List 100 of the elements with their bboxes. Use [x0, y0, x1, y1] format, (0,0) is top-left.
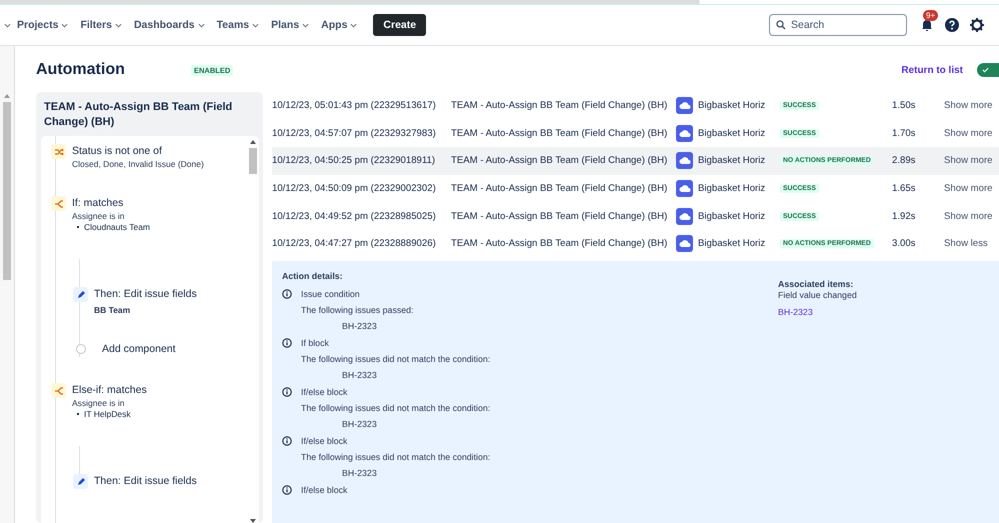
- chevron-down-icon: [114, 22, 122, 28]
- avatar-icon: [676, 152, 693, 170]
- pencil-icon: [73, 287, 88, 302]
- component-title[interactable]: Else-if: matches: [72, 383, 147, 398]
- bullet-item: IT HelpDesk: [84, 409, 131, 419]
- toggle-switch[interactable]: [977, 63, 999, 77]
- help-icon[interactable]: [944, 17, 960, 33]
- entry-title: If block: [301, 338, 330, 349]
- rule-name: TEAM - Auto-Assign BB Team (Field Change) (BH): [451, 155, 668, 166]
- show-more-link[interactable]: Show more: [944, 183, 993, 194]
- rule-name: TEAM - Auto-Assign BB Team (Field Change) (BH): [451, 100, 668, 112]
- timestamp: 10/12/23, 04:50:09 pm (22329002302): [272, 183, 437, 194]
- component-detail: BB Team: [94, 305, 132, 316]
- scrollbar-thumb[interactable]: [3, 102, 11, 280]
- duration: 1.92s: [892, 210, 916, 222]
- component-title[interactable]: Then: Edit issue fields: [94, 474, 197, 489]
- duration: 1.70s: [892, 128, 916, 139]
- entry-message: The following issues passed:: [301, 304, 414, 316]
- actor-name: Bigbasket Horiz: [698, 128, 766, 139]
- timestamp: 10/12/23, 04:49:52 pm (22328985025): [272, 210, 437, 222]
- branch-icon: [51, 196, 66, 211]
- avatar-icon: [676, 180, 693, 198]
- actor-name: Bigbasket Horiz: [698, 183, 766, 194]
- component-detail: Assignee is in: [72, 398, 126, 409]
- issue-key: BH-2323: [301, 370, 490, 381]
- avatar-icon: [676, 97, 693, 114]
- associated-subtitle: Field value changed: [778, 290, 857, 301]
- entry-title: If/else block: [301, 386, 348, 398]
- info-icon: [282, 436, 292, 446]
- info-icon: [282, 386, 292, 397]
- scroll-down-icon[interactable]: [250, 519, 256, 523]
- issue-key: BH-2323: [301, 418, 490, 430]
- duration: 1.50s: [892, 100, 916, 112]
- nav-menu[interactable]: Projects: [11, 19, 74, 31]
- nav-menu[interactable]: Teams: [210, 19, 266, 31]
- duration: 2.89s: [892, 155, 916, 166]
- rule-name: TEAM - Auto-Assign BB Team (Field Change) (BH): [451, 210, 668, 222]
- details-title: Action details:: [282, 270, 344, 281]
- entry-title: Issue condition: [301, 288, 361, 300]
- nav-menu[interactable]: Filters: [74, 19, 128, 31]
- component-title[interactable]: If: matches: [72, 196, 150, 211]
- add-node-icon: [76, 344, 86, 354]
- info-icon: [282, 484, 292, 495]
- chevron-down-icon: [61, 22, 68, 28]
- notification-count: 9+: [923, 10, 938, 21]
- entry-message: The following issues did not match the condition:: [301, 354, 490, 365]
- issue-key: BH-2323: [301, 468, 490, 479]
- bullet-item: Cloudnauts Team: [84, 222, 150, 232]
- actor-name: Bigbasket Horiz: [698, 210, 766, 222]
- actor-name: Bigbasket Horiz: [698, 155, 766, 166]
- chevron-down-icon: [4, 22, 11, 28]
- show-more-link[interactable]: Show more: [944, 210, 993, 222]
- issue-link[interactable]: BH-2323: [778, 306, 813, 318]
- chevron-down-icon: [350, 22, 358, 28]
- nav-menu[interactable]: Apps: [315, 19, 364, 31]
- entry-message: The following issues did not match the condition:: [301, 402, 490, 414]
- chevron-down-icon: [252, 22, 260, 28]
- rule-name: TEAM - Auto-Assign BB Team (Field Change) (BH): [451, 238, 668, 250]
- branch-icon: [51, 383, 66, 398]
- show-more-link[interactable]: Show more: [944, 155, 993, 166]
- scrollbar-thumb[interactable]: [249, 148, 257, 174]
- component-title[interactable]: Add component: [102, 342, 176, 357]
- nav-menu[interactable]: Plans: [265, 19, 316, 31]
- page-title: Automation: [36, 61, 126, 79]
- nav-menu[interactable]: Dashboards: [128, 19, 211, 31]
- issue-key: BH-2323: [301, 320, 414, 332]
- duration: 3.00s: [892, 238, 916, 250]
- duration: 1.65s: [892, 183, 916, 194]
- chevron-down-icon: [302, 22, 310, 28]
- scroll-up-icon[interactable]: [250, 140, 256, 144]
- search-field[interactable]: Search: [769, 14, 907, 36]
- actor-name: Bigbasket Horiz: [698, 100, 766, 112]
- timestamp: 10/12/23, 05:01:43 pm (22329513617): [272, 100, 437, 112]
- rule-name: TEAM - Auto-Assign BB Team (Field Change) (BH): [451, 128, 668, 139]
- entry-message: The following issues did not match the condition:: [301, 452, 490, 463]
- actor-name: Bigbasket Horiz: [698, 238, 766, 250]
- show-more-link[interactable]: Show more: [944, 100, 993, 112]
- entry-title: If/else block: [301, 484, 348, 496]
- component-detail: Assignee is in: [72, 211, 126, 222]
- pencil-icon: [73, 474, 88, 489]
- avatar-icon: [676, 208, 693, 225]
- shuffle-icon: [51, 144, 66, 159]
- return-link[interactable]: Return to list: [901, 64, 963, 76]
- search-icon: [776, 20, 786, 30]
- component-detail: Closed, Done, Invalid Issue (Done): [72, 159, 204, 170]
- show-more-link[interactable]: Show less: [944, 238, 988, 250]
- timestamp: 10/12/23, 04:47:27 pm (22328889026): [272, 238, 437, 250]
- show-more-link[interactable]: Show more: [944, 128, 993, 139]
- chevron-down-icon: [198, 22, 205, 28]
- info-icon: [282, 288, 292, 299]
- timestamp: 10/12/23, 04:50:25 pm (22329018911): [272, 155, 436, 166]
- entry-title: If/else block: [301, 436, 348, 447]
- avatar-icon: [676, 235, 693, 252]
- settings-icon[interactable]: [969, 17, 985, 33]
- create-button[interactable]: Create: [373, 14, 426, 36]
- rule-name: TEAM - Auto-Assign BB Team (Field Change) (BH): [451, 183, 668, 194]
- component-title[interactable]: Status is not one of: [72, 144, 204, 159]
- avatar-icon: [676, 124, 693, 142]
- component-title[interactable]: Then: Edit issue fields: [94, 287, 197, 302]
- info-icon: [282, 338, 292, 348]
